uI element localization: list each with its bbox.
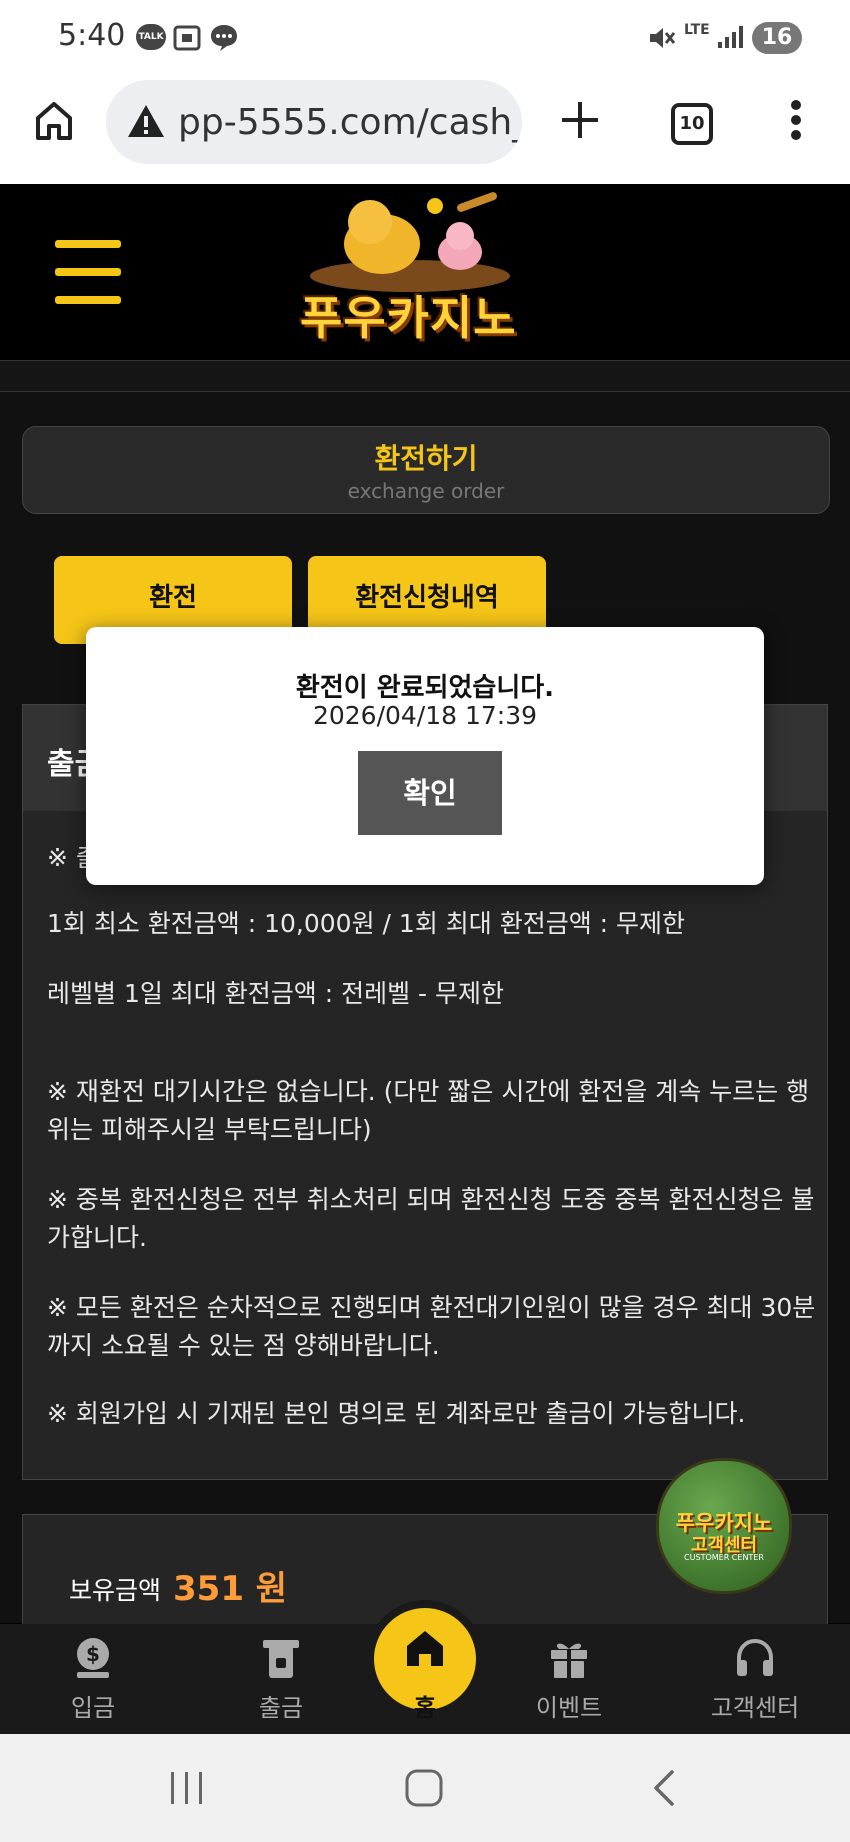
withdraw-icon bbox=[263, 1640, 299, 1678]
info-line: 레벨별 1일 최대 환전금액 : 전레벨 - 무제한 bbox=[47, 979, 504, 1008]
screenshot-icon bbox=[173, 25, 201, 51]
gift-icon bbox=[551, 1643, 587, 1678]
dialog-datetime: 2026/04/18 17:39 bbox=[312, 701, 538, 730]
headset-icon bbox=[737, 1638, 773, 1676]
confirm-button[interactable]: 확인 bbox=[358, 751, 502, 835]
talk-icon: TALK bbox=[136, 24, 166, 50]
network-label: LTE bbox=[684, 22, 710, 38]
info-line: 1회 최소 환전금액 : 10,000원 / 1회 최대 환전금액 : 무제한 bbox=[47, 909, 686, 938]
warning-icon[interactable] bbox=[126, 102, 166, 140]
nav-deposit[interactable]: $ 입금 bbox=[28, 1624, 158, 1734]
badge-small-text: CUSTOMER CENTER bbox=[684, 1553, 764, 1562]
site-logo-text[interactable]: 푸우카지노 bbox=[300, 282, 517, 348]
hamburger-menu-icon[interactable] bbox=[55, 240, 121, 306]
nav-event[interactable]: 이벤트 bbox=[504, 1624, 634, 1734]
balance-amount: 351 원 bbox=[173, 1569, 288, 1609]
customer-center-badge[interactable]: 푸우카지노 고객센터 CUSTOMER CENTER bbox=[656, 1458, 792, 1594]
back-icon[interactable] bbox=[648, 1768, 678, 1808]
site-logo-mascot bbox=[310, 192, 510, 292]
overflow-menu-icon[interactable] bbox=[784, 98, 808, 142]
nav-label[interactable]: 홈 bbox=[374, 1688, 476, 1723]
nav-withdraw[interactable]: 출금 bbox=[216, 1624, 346, 1734]
nav-customer-center[interactable]: 고객센터 bbox=[690, 1624, 820, 1734]
home-icon[interactable] bbox=[32, 98, 76, 142]
system-home-icon[interactable] bbox=[404, 1768, 444, 1808]
new-tab-icon[interactable] bbox=[558, 98, 602, 142]
message-icon bbox=[211, 25, 237, 51]
nav-label: 이벤트 bbox=[535, 1694, 603, 1722]
confirm-dialog: 환전이 완료되었습니다. 2026/04/18 17:39 확인 bbox=[86, 627, 764, 885]
home-icon bbox=[407, 1631, 443, 1666]
balance-label: 보유금액 bbox=[69, 1576, 162, 1605]
status-time: 5:40 bbox=[58, 18, 126, 53]
battery-indicator: 16 bbox=[752, 22, 802, 54]
nav-label: 입금 bbox=[70, 1694, 116, 1722]
recent-apps-icon[interactable] bbox=[168, 1770, 208, 1806]
nav-label: 출금 bbox=[258, 1694, 304, 1722]
info-line: ※ 회원가입 시 기재된 본인 명의로 된 계좌로만 출금이 가능합니다. bbox=[47, 1399, 746, 1428]
svg-text:$: $ bbox=[86, 1642, 100, 1666]
info-line: ※ 재환전 대기시간은 없습니다. (다만 짧은 시간에 환전을 계속 누르는 … bbox=[47, 1077, 810, 1144]
signal-icon bbox=[718, 26, 743, 48]
mute-icon bbox=[650, 28, 676, 48]
url-text[interactable]: pp-5555.com/cash_( bbox=[178, 102, 522, 143]
dialog-message: 환전이 완료되었습니다. bbox=[295, 673, 555, 703]
deposit-icon: $ bbox=[77, 1638, 109, 1678]
marquee-strip bbox=[0, 361, 850, 392]
page-title-box: 환전하기 exchange order bbox=[22, 426, 830, 514]
page-title: 환전하기 bbox=[374, 442, 478, 475]
info-line: ※ 중복 환전신청은 전부 취소처리 되며 환전신청 도중 중복 환전신청은 불… bbox=[47, 1185, 815, 1252]
address-bar[interactable]: pp-5555.com/cash_( bbox=[106, 80, 522, 164]
nav-label: 고객센터 bbox=[710, 1694, 800, 1722]
info-line: ※ 모든 환전은 순차적으로 진행되며 환전대기인원이 많을 경우 최대 30분… bbox=[47, 1293, 816, 1360]
page-subtitle: exchange order bbox=[347, 479, 505, 503]
tab-switcher-button[interactable]: 10 bbox=[671, 103, 713, 145]
